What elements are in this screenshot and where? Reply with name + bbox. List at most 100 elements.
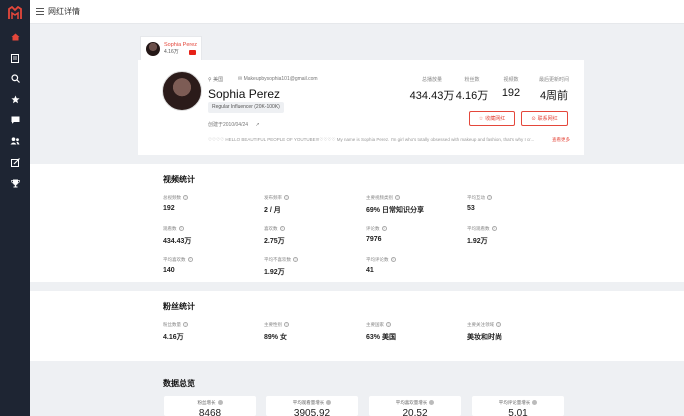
help-icon[interactable] — [532, 400, 538, 406]
location-text: 美国 — [213, 77, 224, 83]
metric-item: 主要关注领域? 美妆和时尚 — [467, 322, 502, 342]
tab-avatar — [146, 41, 160, 56]
influencer-tab[interactable]: Sophia Perez 4.16万 — [140, 36, 202, 60]
overview-card: 平均观看量增长 3905.92 — [266, 396, 358, 416]
help-icon[interactable]: ? — [183, 322, 188, 327]
metric-value: 2 / 月 — [264, 207, 281, 214]
metric-item: 喜欢数? 2.75万 — [264, 226, 285, 246]
users-icon[interactable] — [9, 135, 21, 147]
help-icon[interactable]: ? — [487, 195, 492, 200]
metric-label: 总视频数 — [163, 195, 181, 200]
bio: ♡♡♡♡ HELLO BEAUTIFUL PEOPLE OF YOUTUBE!!… — [208, 137, 535, 142]
help-icon[interactable] — [217, 400, 223, 406]
metric-value: 69% 日常知识分享 — [366, 207, 424, 214]
help-icon[interactable] — [326, 400, 332, 406]
metric-label: 喜欢数 — [264, 226, 278, 231]
metric-label: 粉丝数量 — [163, 322, 181, 327]
top-bar: 网红详情 — [30, 0, 684, 24]
metric-item: 主要视频类别? 69% 日常知识分享 — [366, 195, 424, 215]
help-icon[interactable]: ? — [496, 322, 501, 327]
mail-icon: ✉ — [238, 76, 243, 82]
help-icon[interactable]: ? — [390, 257, 396, 262]
metric-value: 2.75万 — [264, 238, 285, 245]
stat-total-views: 总播放量 434.43万 — [408, 76, 456, 103]
metric-value: 140 — [163, 267, 175, 274]
stat-last-update: 最后更新时间 4周前 — [532, 76, 576, 103]
home-icon[interactable] — [9, 31, 21, 43]
metric-label: 主要视频类别 — [366, 195, 393, 200]
help-icon[interactable]: ? — [178, 226, 184, 231]
see-more-link[interactable]: 查看更多 — [552, 137, 570, 143]
stat-value: 192 — [501, 87, 521, 99]
document-icon[interactable] — [9, 52, 21, 64]
metric-label: 主要性别 — [264, 322, 282, 327]
star-icon[interactable] — [9, 93, 21, 105]
sidebar — [0, 0, 30, 416]
help-icon[interactable]: ? — [183, 195, 188, 200]
profile-card: ⚲ 美国 ✉ Makeupbysophia101@gmail.com Sophi… — [138, 60, 584, 155]
help-icon[interactable]: ? — [381, 226, 387, 231]
fan-stats-section: 粉丝统计 粉丝数量? 4.16万 主要性别? 89% 女 主要国家? 63% 美国 主… — [30, 291, 684, 361]
location-pin-icon: ⚲ — [208, 77, 212, 83]
metric-item: 观看数? 434.43万 — [163, 226, 191, 246]
metric-value: 41 — [366, 267, 374, 274]
overview-card: 平均评论量增长 5.01 — [472, 396, 564, 416]
email[interactable]: ✉ Makeupbysophia101@gmail.com — [238, 76, 318, 82]
metric-label: 平均不喜欢数 — [264, 257, 291, 262]
metric-item: 平均观看数? 1.92万 — [467, 226, 497, 246]
menu-icon[interactable] — [36, 8, 44, 15]
metric-label: 主要关注领域 — [467, 322, 494, 327]
metric-label: 观看数 — [163, 226, 177, 231]
search-icon[interactable] — [9, 72, 21, 84]
metric-item: 平均不喜欢数? 1.92万 — [264, 257, 298, 277]
logo-icon[interactable] — [7, 6, 23, 20]
metric-value: 1.92万 — [467, 238, 488, 245]
help-icon[interactable]: ? — [293, 257, 298, 262]
overview-value: 20.52 — [402, 408, 428, 416]
help-icon[interactable]: ? — [187, 257, 193, 262]
overview-label: 平均喜欢量增长 — [395, 400, 428, 405]
trophy-icon[interactable] — [9, 177, 21, 189]
stat-value: 4周前 — [539, 90, 569, 102]
stat-label: 粉丝数 — [464, 77, 480, 83]
stat-label: 视频数 — [503, 77, 519, 83]
message-icon[interactable] — [9, 114, 21, 126]
overview-value: 8468 — [198, 408, 222, 416]
stat-value: 4.16万 — [455, 90, 489, 102]
contact-button-label: 联系网红 — [537, 116, 558, 122]
video-stats-section: 视频统计 总视频数? 192 发布频率? 2 / 月 主要视频类别? 69% 日常知识… — [30, 164, 684, 282]
section-title: 视频统计 — [163, 175, 195, 184]
influencer-name: Sophia Perez — [208, 87, 281, 101]
metric-value: 1.92万 — [264, 269, 285, 276]
metric-item: 平均评论数? 41 — [366, 257, 396, 274]
metric-item: 粉丝数量? 4.16万 — [163, 322, 188, 342]
metric-item: 平均喜欢数? 140 — [163, 257, 193, 274]
metric-value: 4.16万 — [163, 334, 184, 341]
overview-value: 3905.92 — [293, 408, 331, 416]
metric-item: 总视频数? 192 — [163, 195, 188, 212]
email-text: Makeupbysophia101@gmail.com — [243, 76, 318, 82]
external-link-icon[interactable]: ↗ — [255, 122, 259, 128]
metric-value: 434.43万 — [163, 238, 192, 245]
metric-item: 平均互动? 53 — [467, 195, 492, 212]
help-icon[interactable] — [429, 400, 435, 406]
stat-followers: 粉丝数 4.16万 — [454, 76, 490, 103]
metric-label: 评论数 — [366, 226, 380, 231]
help-icon[interactable]: ? — [284, 195, 289, 200]
metric-value: 89% 女 — [264, 334, 287, 341]
help-icon[interactable]: ? — [284, 322, 289, 327]
created-date: 创建于2010/04/24 ↗ — [208, 121, 260, 128]
location: ⚲ 美国 — [208, 76, 223, 83]
youtube-icon — [189, 50, 196, 55]
stat-videos: 视频数 192 — [496, 76, 526, 99]
favorite-button[interactable]: ☆ 收藏网红 — [469, 111, 515, 126]
overview-label: 平均评论量增长 — [498, 400, 531, 405]
metric-value: 53 — [467, 205, 475, 212]
contact-icon: ⊙ — [531, 115, 536, 122]
edit-icon[interactable] — [9, 156, 21, 168]
help-icon[interactable]: ? — [395, 195, 400, 200]
help-icon[interactable]: ? — [386, 322, 391, 327]
help-icon[interactable]: ? — [491, 226, 497, 231]
contact-button[interactable]: ⊙ 联系网红 — [521, 111, 568, 126]
help-icon[interactable]: ? — [279, 226, 285, 231]
